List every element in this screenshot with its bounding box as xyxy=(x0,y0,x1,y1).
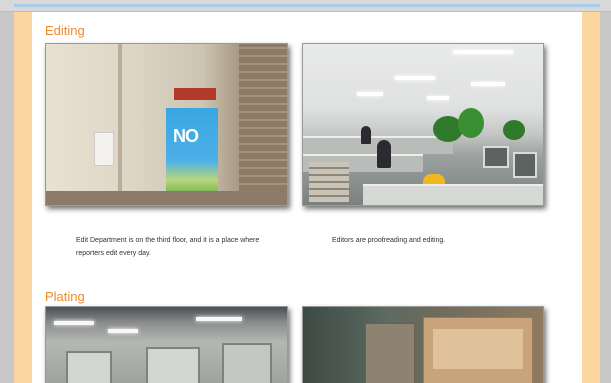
section-title-plating: Plating xyxy=(45,289,85,304)
browser-top-bar xyxy=(0,0,611,12)
poster-text: NO xyxy=(173,126,199,146)
page-frame: Editing NO Edit Department is on the thi… xyxy=(14,12,600,383)
page-content: Editing NO Edit Department is on the thi… xyxy=(32,12,582,383)
hallway-photo: NO xyxy=(45,43,288,206)
plating-room-photo xyxy=(45,306,288,383)
section-title-editing: Editing xyxy=(45,23,85,38)
red-sign xyxy=(174,88,216,100)
no-poster: NO xyxy=(166,108,218,204)
boxes-photo xyxy=(302,306,544,383)
office-photo xyxy=(302,43,544,206)
notice-paper xyxy=(94,132,114,166)
caption-edit-department: Edit Department is on the third floor, a… xyxy=(76,237,260,257)
caption-editors: Editors are proofreading and editing. xyxy=(332,237,446,244)
scroll-indicator xyxy=(14,4,600,7)
